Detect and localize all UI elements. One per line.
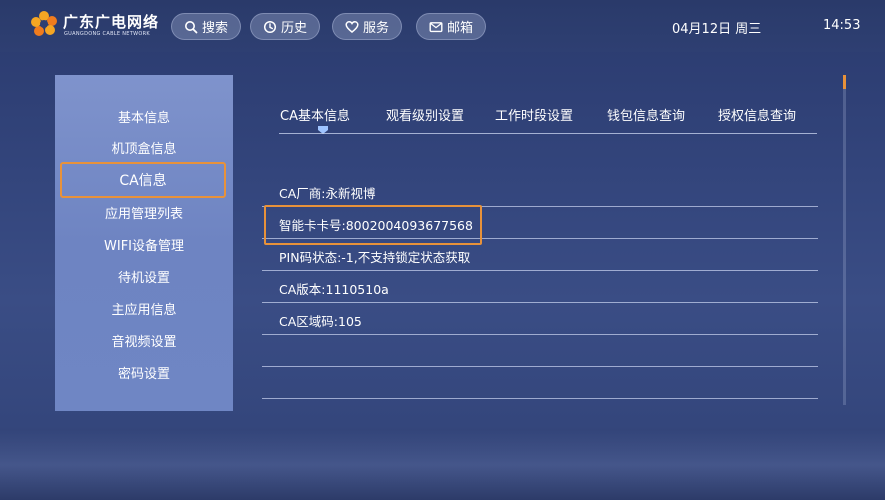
scrollbar-track[interactable] <box>843 75 846 405</box>
sidebar-item-password-settings[interactable]: 密码设置 <box>55 357 233 387</box>
brand-logo: 广东广电网络 GUANGDONG CABLE NETWORK <box>30 10 170 40</box>
sidebar-item-label: 密码设置 <box>117 366 170 382</box>
sidebar-item-label: 机顶盒信息 <box>111 141 177 157</box>
tab-label: 工作时段设置 <box>495 109 574 124</box>
sidebar-item-ca-info[interactable]: CA信息 <box>60 162 226 198</box>
info-row-ca-region-code: CA区域码:105 <box>262 303 818 335</box>
search-button-label: 搜索 <box>201 21 228 36</box>
info-row-ca-vendor: CA厂商:永新视博 <box>262 175 818 207</box>
brand-name: 广东广电网络 <box>63 13 160 31</box>
heart-icon <box>345 20 359 33</box>
sidebar-item-wifi-management[interactable]: WIFI设备管理 <box>55 229 233 259</box>
sidebar-item-label: 音视频设置 <box>111 334 177 350</box>
tab-work-period[interactable]: 工作时段设置 <box>495 105 573 127</box>
settings-sidebar: 基本信息 机顶盒信息 CA信息 应用管理列表 WIFI设备管理 待机设置 主应用… <box>55 75 233 411</box>
tab-label: 观看级别设置 <box>386 109 465 124</box>
smart-card-highlight-box <box>264 205 482 245</box>
clock-display: 14:53 <box>823 18 861 33</box>
brand-logo-icon <box>31 11 57 36</box>
tab-wallet-query[interactable]: 钱包信息查询 <box>607 105 685 127</box>
history-button[interactable]: 历史 <box>250 13 320 40</box>
sidebar-item-app-management[interactable]: 应用管理列表 <box>55 197 233 227</box>
top-bar: 广东广电网络 GUANGDONG CABLE NETWORK 搜索 历史 服务 … <box>0 0 885 52</box>
tab-ca-basic-info[interactable]: CA基本信息 <box>280 105 350 127</box>
sidebar-item-label: 应用管理列表 <box>104 206 183 222</box>
date-display: 04月12日 周三 <box>672 22 762 37</box>
tab-authorization-query[interactable]: 授权信息查询 <box>718 105 796 127</box>
search-button[interactable]: 搜索 <box>171 13 241 40</box>
mail-icon <box>429 21 443 32</box>
sidebar-item-label: WIFI设备管理 <box>104 238 184 254</box>
info-row-empty <box>262 335 818 367</box>
sidebar-item-label: 主应用信息 <box>111 302 177 318</box>
bottom-reflection <box>0 430 885 500</box>
mailbox-button[interactable]: 邮箱 <box>416 13 486 40</box>
info-row-empty <box>262 367 818 399</box>
info-row-text: CA版本:1110510a <box>279 282 389 297</box>
clock-icon <box>263 20 277 33</box>
info-row-ca-version: CA版本:1110510a <box>262 271 818 303</box>
sidebar-item-stb-info[interactable]: 机顶盒信息 <box>55 132 233 162</box>
info-row-text: PIN码状态:-1,不支持锁定状态获取 <box>279 250 471 265</box>
sidebar-item-standby-settings[interactable]: 待机设置 <box>55 261 233 291</box>
tab-label: 授权信息查询 <box>718 109 797 124</box>
search-icon <box>184 20 198 33</box>
tab-label: 钱包信息查询 <box>607 109 686 124</box>
service-button-label: 服务 <box>362 21 389 36</box>
sidebar-item-label: 基本信息 <box>117 110 170 126</box>
tab-viewing-level[interactable]: 观看级别设置 <box>386 105 464 127</box>
sidebar-item-label: 待机设置 <box>117 270 170 286</box>
brand-name-en: GUANGDONG CABLE NETWORK <box>64 31 150 37</box>
tab-label: CA基本信息 <box>280 109 350 124</box>
sidebar-item-main-app-info[interactable]: 主应用信息 <box>55 293 233 323</box>
ca-info-panel: CA基本信息 观看级别设置 工作时段设置 钱包信息查询 授权信息查询 CA厂商:… <box>262 95 818 405</box>
mailbox-button-label: 邮箱 <box>446 21 473 36</box>
service-button[interactable]: 服务 <box>332 13 402 40</box>
tab-divider <box>279 133 817 134</box>
scrollbar-thumb[interactable] <box>843 75 846 89</box>
sidebar-item-basic-info[interactable]: 基本信息 <box>55 101 233 131</box>
history-button-label: 历史 <box>280 21 307 36</box>
info-row-text: CA厂商:永新视博 <box>279 186 376 201</box>
sidebar-item-label: CA信息 <box>119 173 167 189</box>
sidebar-item-av-settings[interactable]: 音视频设置 <box>55 325 233 355</box>
info-row-text: CA区域码:105 <box>279 314 362 329</box>
